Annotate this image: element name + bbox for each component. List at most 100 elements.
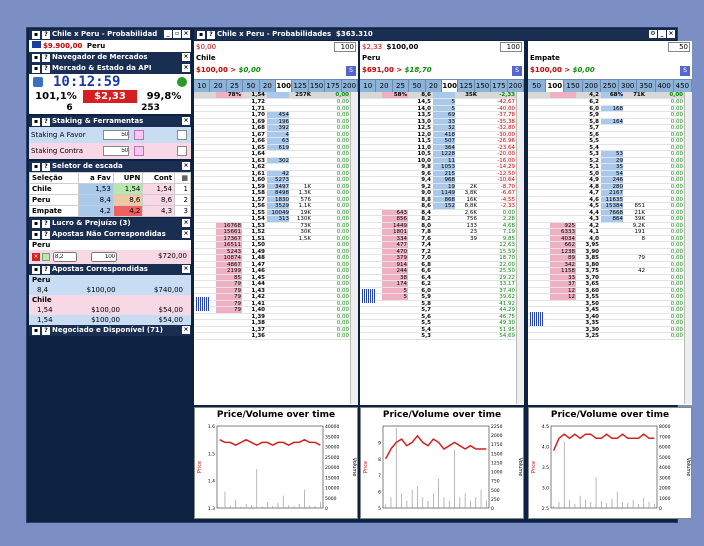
back-volume[interactable]	[382, 301, 408, 307]
market-settings-button[interactable]: S	[512, 66, 522, 76]
lay-volume[interactable]: 29	[601, 157, 623, 163]
back-volume[interactable]	[216, 158, 242, 164]
stake-preset[interactable]: 50	[528, 80, 547, 92]
lay-volume[interactable]	[601, 112, 623, 118]
menu-icon[interactable]: ▪	[32, 220, 40, 228]
close-icon[interactable]: ×	[182, 326, 190, 334]
refresh-icon[interactable]	[177, 130, 187, 140]
lay-volume[interactable]	[601, 99, 623, 105]
back-volume[interactable]: 15661	[216, 229, 242, 235]
lay-volume[interactable]	[267, 99, 289, 105]
lay-volume[interactable]: 53	[601, 151, 623, 157]
lay-volume[interactable]: 1228	[433, 151, 455, 157]
minimize-icon[interactable]: _	[658, 30, 666, 38]
back-volume[interactable]	[382, 112, 408, 118]
stake-preset[interactable]: 100	[546, 80, 565, 92]
back-volume[interactable]: 334	[382, 235, 408, 241]
lay-volume[interactable]: 418	[433, 131, 455, 137]
lay-volume[interactable]: 54	[601, 170, 623, 176]
back-volume[interactable]: 79	[216, 287, 242, 293]
lay-volume[interactable]	[433, 229, 455, 235]
lay-volume[interactable]	[267, 164, 289, 170]
lay-volume[interactable]: 164	[601, 118, 623, 124]
lay-volume[interactable]	[433, 223, 455, 229]
back-volume[interactable]	[216, 125, 242, 131]
help-icon[interactable]: ?	[42, 327, 50, 335]
grid-icon[interactable]: ▦	[174, 172, 191, 184]
back-volume[interactable]	[550, 314, 576, 320]
menu-icon[interactable]: ▪	[32, 65, 40, 73]
back-volume[interactable]	[550, 197, 576, 203]
back-volume[interactable]	[382, 145, 408, 151]
lay-volume[interactable]	[601, 275, 623, 281]
menu-icon[interactable]: ▪	[32, 118, 40, 126]
back-volume[interactable]: 89	[550, 255, 576, 261]
back-volume[interactable]: 79	[216, 300, 242, 306]
lay-volume[interactable]	[267, 151, 289, 157]
lay-volume[interactable]: 33	[433, 118, 455, 124]
lay-volume[interactable]	[267, 314, 289, 320]
menu-icon[interactable]: ▪	[32, 231, 40, 239]
lay-volume[interactable]	[601, 294, 623, 300]
lay-volume[interactable]	[267, 106, 289, 112]
back-volume[interactable]	[216, 145, 242, 151]
back-volume[interactable]: 12	[550, 294, 576, 300]
lay-volume[interactable]	[601, 138, 623, 144]
staking-favor-toggle[interactable]	[134, 130, 144, 140]
lay-volume[interactable]: 364	[433, 144, 455, 150]
lay-volume[interactable]: 7668	[601, 209, 623, 215]
close-icon[interactable]: ×	[182, 219, 190, 227]
lay-volume[interactable]	[601, 320, 623, 326]
lay-volume[interactable]: 42	[267, 170, 289, 176]
back-volume[interactable]: 1801	[382, 229, 408, 235]
back-volume[interactable]: 342	[550, 261, 576, 267]
stake-preset[interactable]: 175	[325, 80, 342, 92]
close-icon[interactable]: ×	[182, 162, 190, 170]
lay-volume[interactable]: 313	[267, 216, 289, 222]
lay-volume[interactable]: 8498	[267, 190, 289, 196]
stake-preset[interactable]: 200	[342, 80, 359, 92]
lay-volume[interactable]: 3529	[267, 203, 289, 209]
lay-volume[interactable]: 302	[267, 157, 289, 163]
lay-volume[interactable]	[433, 275, 455, 281]
lay-volume[interactable]	[267, 281, 289, 287]
back-volume[interactable]	[382, 158, 408, 164]
seletor-row-chile[interactable]: Chile 1,53 1,54 1,54 1	[29, 183, 191, 195]
close-icon[interactable]: ×	[182, 265, 190, 273]
back-volume[interactable]: 1449	[382, 222, 408, 228]
back-volume[interactable]: 4867	[216, 261, 242, 267]
lay-volume[interactable]	[267, 242, 289, 248]
back-volume[interactable]	[216, 184, 242, 190]
help-icon[interactable]: ?	[207, 31, 215, 39]
stake-preset[interactable]: 10	[360, 80, 377, 92]
back-volume[interactable]	[550, 327, 576, 333]
lay-volume[interactable]	[267, 262, 289, 268]
back-volume[interactable]: 2199	[216, 268, 242, 274]
stake-preset[interactable]: 50	[243, 80, 260, 92]
back-volume[interactable]: 4034	[550, 235, 576, 241]
back-volume[interactable]	[216, 119, 242, 125]
back-volume[interactable]: 12	[550, 287, 576, 293]
lay-volume[interactable]	[601, 242, 623, 248]
menu-icon[interactable]: ▪	[32, 54, 40, 62]
stake-preset[interactable]: 400	[656, 80, 674, 92]
back-volume[interactable]	[550, 320, 576, 326]
back-volume[interactable]	[216, 320, 242, 326]
lay-volume[interactable]	[601, 307, 623, 313]
back-volume[interactable]	[216, 333, 242, 339]
stake-preset[interactable]: 450	[674, 80, 692, 92]
back-volume[interactable]	[550, 145, 576, 151]
back-volume[interactable]	[382, 190, 408, 196]
confirm-bet-icon[interactable]	[42, 253, 50, 261]
back-volume[interactable]	[382, 132, 408, 138]
market-stake-input[interactable]: 50	[668, 42, 690, 52]
back-volume[interactable]	[382, 320, 408, 326]
back-volume[interactable]	[382, 327, 408, 333]
stake-preset[interactable]: 25	[227, 80, 244, 92]
stake-preset[interactable]: 250	[601, 80, 620, 92]
lay-volume[interactable]: 4	[267, 131, 289, 137]
back-volume[interactable]	[216, 132, 242, 138]
lay-volume[interactable]	[433, 255, 455, 261]
lay-volume[interactable]: 35	[601, 164, 623, 170]
lucro-header[interactable]: ▪? Lucro & Prejuízo (3) ×	[29, 218, 191, 229]
